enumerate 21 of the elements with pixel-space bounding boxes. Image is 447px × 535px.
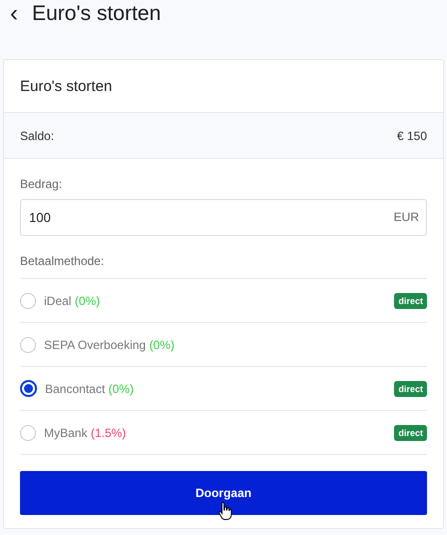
payment-method-label: Betaalmethode: [20,254,106,268]
radio-button[interactable] [20,380,37,397]
payment-method-option[interactable]: Bancontact (0%) direct [20,367,427,411]
method-name: Bancontact (0%) [45,382,135,396]
card-title: Euro's storten [20,78,112,94]
direct-badge: direct [394,424,427,440]
balance-label: Saldo: [20,128,54,142]
page-title: Euro's storten [32,2,161,26]
payment-method-option[interactable]: SEPA Overboeking (0%) [20,323,427,367]
method-name: iDeal (0%) [44,294,102,308]
hand-cursor-icon [218,502,232,520]
payment-method-option[interactable]: MyBank (1.5%) direct [20,411,427,455]
payment-method-option[interactable]: iDeal (0%) direct [20,279,427,323]
currency-unit: EUR [394,210,419,224]
back-button[interactable]: ‹ [8,2,20,26]
method-name: MyBank (1.5%) [44,426,128,440]
amount-label: Bedrag: [20,177,64,191]
direct-badge: direct [394,380,427,396]
balance-value: € 150 [396,128,427,142]
direct-badge: direct [394,292,427,308]
method-name: SEPA Overboeking (0%) [44,338,176,352]
